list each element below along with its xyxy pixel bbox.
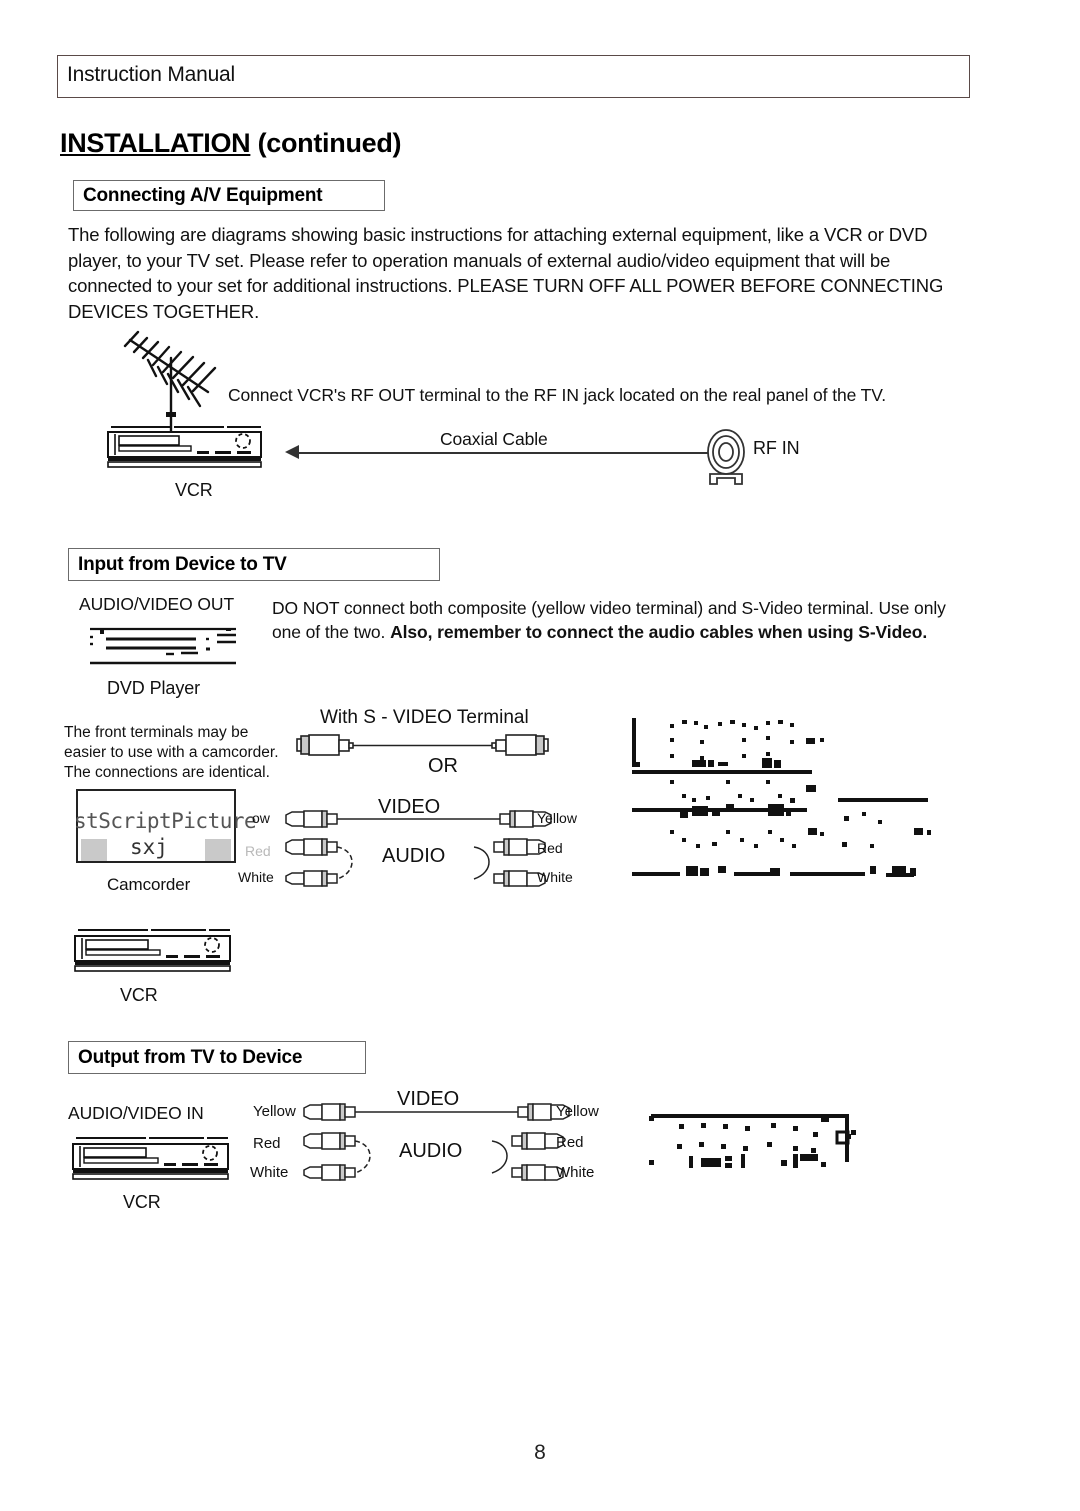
svideo-warning-bold: Also, remember to connect the audio cabl… xyxy=(390,622,928,642)
rf-in-label: RF IN xyxy=(753,438,800,458)
section-heading-connecting-av: Connecting A/V Equipment xyxy=(73,180,385,211)
page-title: INSTALLATION (continued) xyxy=(60,128,402,159)
output-video-cable xyxy=(300,1101,592,1128)
input-video-cable xyxy=(282,808,574,835)
audio-video-out-label: AUDIO/VIDEO OUT xyxy=(79,594,235,614)
svideo-cable-illustration xyxy=(295,730,550,767)
output-audio-label: AUDIO xyxy=(399,1140,463,1162)
input-left-plug-label-white: White xyxy=(238,869,274,885)
input-audio-label: AUDIO xyxy=(382,845,446,867)
dvd-player-illustration xyxy=(78,620,250,679)
vcr-label-middle: VCR xyxy=(120,985,158,1005)
rf-connection-instruction: Connect VCR's RF OUT terminal to the RF … xyxy=(228,385,886,405)
input-right-plug-label-white: White xyxy=(537,869,573,885)
header-box: Instruction Manual xyxy=(57,55,970,98)
audio-video-in-label: AUDIO/VIDEO IN xyxy=(68,1103,204,1123)
intro-paragraph: The following are diagrams showing basic… xyxy=(68,224,944,322)
section-heading-output-to-device-label: Output from TV to Device xyxy=(78,1046,303,1068)
svideo-warning-text: DO NOT connect both composite (yellow vi… xyxy=(272,596,972,644)
camcorder-note: The front terminals may be easier to use… xyxy=(64,724,279,781)
output-left-plug-label-red: Red xyxy=(253,1135,281,1152)
rf-in-jack-icon xyxy=(705,424,751,485)
page-number: 8 xyxy=(534,1441,546,1464)
header-title: Instruction Manual xyxy=(67,63,235,86)
section-heading-input-from-device: Input from Device to TV xyxy=(68,548,440,581)
camcorder-label: Camcorder xyxy=(107,875,191,894)
camcorder-illustration: stScriptPicture sxj xyxy=(74,789,257,863)
camcorder-artifact-text-1: stScriptPicture xyxy=(74,809,257,833)
coaxial-cable-arrowhead xyxy=(285,445,299,459)
section-heading-connecting-av-label: Connecting A/V Equipment xyxy=(83,184,323,206)
output-right-plug-label-yellow: Yellow xyxy=(556,1103,599,1120)
vcr-device-illustration-middle xyxy=(72,920,237,981)
input-left-plug-label-red: Red xyxy=(245,843,271,859)
input-audio-cable-left xyxy=(282,836,374,893)
vcr-device-illustration-top xyxy=(105,415,267,476)
output-left-plug-label-yellow: Yellow xyxy=(253,1103,296,1120)
output-right-plug-label-red: Red xyxy=(556,1134,584,1151)
input-left-plug-label-yellow: ow xyxy=(252,810,270,826)
coaxial-cable-label: Coaxial Cable xyxy=(440,429,548,449)
camcorder-foot-right xyxy=(205,839,231,861)
svideo-terminal-label: With S - VIDEO Terminal xyxy=(320,707,529,728)
vcr-label-bottom: VCR xyxy=(123,1192,161,1212)
output-right-plug-label-white: White xyxy=(556,1164,595,1181)
dvd-player-label: DVD Player xyxy=(107,678,201,698)
tv-rear-panel-illustration-input xyxy=(630,710,970,905)
output-left-plug-label-white: White xyxy=(250,1164,289,1181)
input-right-plug-label-yellow: Yellow xyxy=(537,810,577,826)
page-title-main: INSTALLATION xyxy=(60,128,251,158)
or-label: OR xyxy=(428,755,458,777)
camcorder-artifact-text-2: sxj xyxy=(130,835,168,859)
section-heading-output-to-device: Output from TV to Device xyxy=(68,1041,366,1074)
coaxial-cable-line xyxy=(292,452,720,454)
vcr-device-illustration-bottom xyxy=(70,1128,235,1189)
input-right-plug-label-red: Red xyxy=(537,840,563,856)
tv-rear-panel-illustration-output xyxy=(645,1090,875,1205)
page-title-suffix: (continued) xyxy=(250,128,402,158)
vcr-label-top: VCR xyxy=(175,480,213,500)
section-heading-input-from-device-label: Input from Device to TV xyxy=(78,553,287,575)
output-audio-cable-left xyxy=(300,1130,392,1187)
camcorder-foot-left xyxy=(81,839,107,861)
